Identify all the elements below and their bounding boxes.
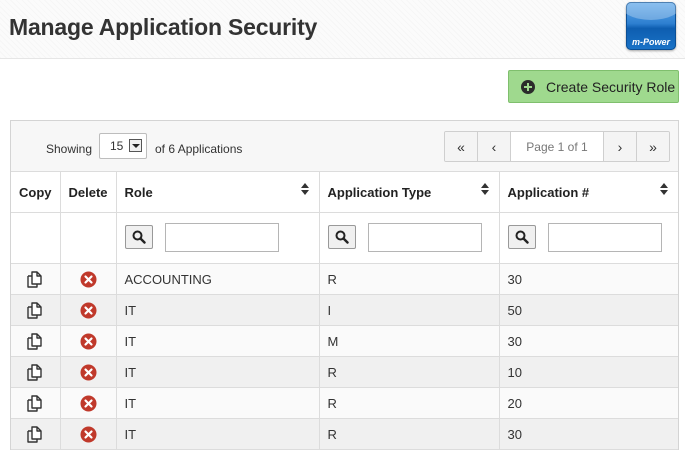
table-header-row: Copy Delete Role Application Type Applic… <box>11 171 678 213</box>
page-title: Manage Application Security <box>9 14 318 40</box>
search-icon <box>132 230 146 244</box>
pager: « ‹ Page 1 of 1 › » <box>444 131 670 162</box>
filter-cell-empty <box>11 212 61 264</box>
column-header-application-number[interactable]: Application # <box>498 171 678 213</box>
copy-cell <box>11 294 61 326</box>
copy-cell <box>11 387 61 419</box>
search-icon <box>515 230 529 244</box>
column-header-copy: Copy <box>11 171 61 213</box>
list-toolbar: Showing 15 of 6 Applications « ‹ Page 1 … <box>11 121 678 172</box>
role-search-button[interactable] <box>124 225 153 249</box>
last-page-button[interactable]: » <box>636 132 669 161</box>
application-number-cell: 10 <box>498 356 678 388</box>
logo-text: m-Power <box>631 37 670 47</box>
delete-cell <box>59 418 117 450</box>
table-row: IT R 30 <box>11 418 678 450</box>
column-header-delete: Delete <box>59 171 117 213</box>
page-size-value: 15 <box>110 139 124 153</box>
role-cell: IT <box>115 418 320 450</box>
filter-row <box>11 212 678 264</box>
application-number-filter-input[interactable] <box>547 223 662 252</box>
application-number-cell: 50 <box>498 294 678 326</box>
sort-icon[interactable] <box>300 183 310 197</box>
create-button-label: Create Security Role <box>546 78 676 95</box>
delete-cell <box>59 387 117 419</box>
application-number-cell: 30 <box>498 263 678 295</box>
delete-cell <box>59 263 117 295</box>
prev-page-button[interactable]: ‹ <box>477 132 510 161</box>
application-type-filter-cell <box>318 212 500 264</box>
column-header-role[interactable]: Role <box>115 171 320 213</box>
application-type-cell: R <box>318 263 500 295</box>
sort-icon[interactable] <box>480 183 490 197</box>
role-filter-cell <box>115 212 320 264</box>
delete-icon[interactable] <box>80 364 97 381</box>
copy-cell <box>11 325 61 357</box>
copy-cell <box>11 263 61 295</box>
applications-table: Copy Delete Role Application Type Applic… <box>11 171 678 450</box>
application-number-filter-cell <box>498 212 678 264</box>
chevron-down-icon <box>129 139 142 152</box>
delete-icon[interactable] <box>80 395 97 412</box>
column-header-application-type-label: Application Type <box>327 184 432 200</box>
role-cell: IT <box>115 294 320 326</box>
delete-cell <box>59 325 117 357</box>
next-page-button[interactable]: › <box>603 132 636 161</box>
role-cell: IT <box>115 325 320 357</box>
application-type-cell: R <box>318 387 500 419</box>
page-header: Manage Application Security m-Power <box>0 0 685 59</box>
copy-icon[interactable] <box>25 269 45 289</box>
copy-cell <box>11 356 61 388</box>
table-row: IT I 50 <box>11 294 678 326</box>
application-number-cell: 30 <box>498 325 678 357</box>
search-icon <box>335 230 349 244</box>
delete-cell <box>59 356 117 388</box>
record-count-label: of 6 Applications <box>155 142 243 156</box>
delete-icon[interactable] <box>80 271 97 288</box>
page-indicator: Page 1 of 1 <box>510 132 603 161</box>
delete-icon[interactable] <box>80 333 97 350</box>
copy-icon[interactable] <box>25 424 45 444</box>
application-type-cell: R <box>318 418 500 450</box>
filter-cell-empty <box>59 212 117 264</box>
applications-panel: Showing 15 of 6 Applications « ‹ Page 1 … <box>10 120 679 450</box>
copy-icon[interactable] <box>25 331 45 351</box>
create-security-role-button[interactable]: Create Security Role <box>508 70 679 103</box>
column-header-application-type[interactable]: Application Type <box>318 171 500 213</box>
table-row: ACCOUNTING R 30 <box>11 263 678 295</box>
mpower-logo: m-Power <box>626 2 676 50</box>
role-filter-input[interactable] <box>164 223 279 252</box>
plus-circle-icon <box>521 79 535 94</box>
application-number-cell: 30 <box>498 418 678 450</box>
application-number-search-button[interactable] <box>507 225 536 249</box>
page-size-select[interactable]: 15 <box>99 133 147 159</box>
application-type-cell: I <box>318 294 500 326</box>
application-type-filter-input[interactable] <box>367 223 482 252</box>
application-type-search-button[interactable] <box>327 225 356 249</box>
column-header-application-number-label: Application # <box>507 184 590 200</box>
role-cell: IT <box>115 356 320 388</box>
copy-icon[interactable] <box>25 362 45 382</box>
role-cell: ACCOUNTING <box>115 263 320 295</box>
application-type-cell: M <box>318 325 500 357</box>
application-number-cell: 20 <box>498 387 678 419</box>
table-row: IT R 10 <box>11 356 678 388</box>
table-row: IT M 30 <box>11 325 678 357</box>
role-cell: IT <box>115 387 320 419</box>
copy-icon[interactable] <box>25 300 45 320</box>
first-page-button[interactable]: « <box>445 132 477 161</box>
table-row: IT R 20 <box>11 387 678 419</box>
copy-icon[interactable] <box>25 393 45 413</box>
column-header-role-label: Role <box>124 184 153 200</box>
showing-label: Showing <box>46 142 93 156</box>
delete-cell <box>59 294 117 326</box>
sort-icon[interactable] <box>660 183 669 197</box>
copy-cell <box>11 418 61 450</box>
delete-icon[interactable] <box>80 426 97 443</box>
delete-icon[interactable] <box>80 302 97 319</box>
application-type-cell: R <box>318 356 500 388</box>
